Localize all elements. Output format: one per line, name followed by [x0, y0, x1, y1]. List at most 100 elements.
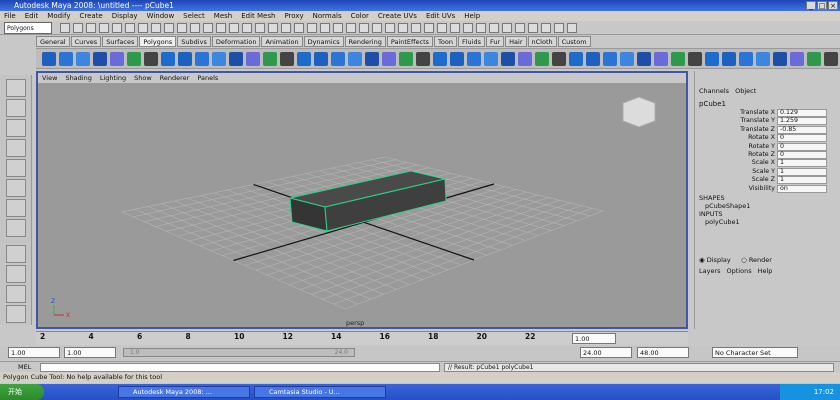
tab-custom[interactable]: Custom — [557, 36, 591, 47]
status-line-button-icon[interactable] — [294, 23, 304, 33]
polygon-tool-icon[interactable] — [76, 52, 90, 66]
status-line-button-icon[interactable] — [190, 23, 200, 33]
status-line-button-icon[interactable] — [86, 23, 96, 33]
polygon-tool-icon[interactable] — [518, 52, 532, 66]
polygon-tool-icon[interactable] — [110, 52, 124, 66]
tab-dynamics[interactable]: Dynamics — [303, 36, 344, 47]
status-line-button-icon[interactable] — [112, 23, 122, 33]
status-line-button-icon[interactable] — [177, 23, 187, 33]
menu-item-window[interactable]: Window — [147, 11, 175, 21]
menu-item-edit-uvs[interactable]: Edit UVs — [426, 11, 455, 21]
polygon-tool-icon[interactable] — [42, 52, 56, 66]
polygon-tool-icon[interactable] — [535, 52, 549, 66]
status-line-button-icon[interactable] — [476, 23, 486, 33]
status-line-button-icon[interactable] — [346, 23, 356, 33]
status-line-button-icon[interactable] — [437, 23, 447, 33]
attribute-value[interactable]: on — [777, 184, 827, 193]
start-button[interactable]: 开始 — [0, 384, 44, 400]
tab-subdivs[interactable]: Subdivs — [177, 36, 211, 47]
viewport-menu-panels[interactable]: Panels — [197, 73, 218, 83]
last-tool-icon[interactable] — [6, 219, 26, 237]
polygon-tool-icon[interactable] — [263, 52, 277, 66]
rotate-tool-icon[interactable] — [6, 159, 26, 177]
tab-hair[interactable]: Hair — [505, 36, 527, 47]
status-line-button-icon[interactable] — [359, 23, 369, 33]
attribute-row[interactable]: Scale Y1 — [695, 167, 835, 177]
tab-surfaces[interactable]: Surfaces — [102, 36, 139, 47]
status-line-button-icon[interactable] — [398, 23, 408, 33]
polygon-tool-icon[interactable] — [807, 52, 821, 66]
tab-deformation[interactable]: Deformation — [211, 36, 261, 47]
tab-channels[interactable]: Channels — [699, 87, 729, 97]
tab-object[interactable]: Object — [735, 87, 756, 97]
polygon-tool-icon[interactable] — [314, 52, 328, 66]
attribute-row[interactable]: Scale X1 — [695, 159, 835, 168]
menu-item-proxy[interactable]: Proxy — [284, 11, 303, 21]
layer-menu-options[interactable]: Options — [727, 267, 752, 275]
attribute-value[interactable]: -0.85 — [777, 125, 827, 134]
menu-item-file[interactable]: File — [4, 11, 16, 21]
attribute-value[interactable]: 1 — [777, 176, 827, 185]
polygon-tool-icon[interactable] — [705, 52, 719, 66]
polygon-tool-icon[interactable] — [773, 52, 787, 66]
tab-painteffects[interactable]: PaintEffects — [386, 36, 434, 47]
display-radio-icon[interactable]: ◉ — [699, 256, 705, 264]
polygon-tool-icon[interactable] — [212, 52, 226, 66]
polygon-tool-icon[interactable] — [144, 52, 158, 66]
menu-item-edit[interactable]: Edit — [25, 11, 39, 21]
tab-render[interactable]: Render — [749, 256, 772, 264]
tab-toon[interactable]: Toon — [434, 36, 457, 47]
viewport-menu-view[interactable]: View — [42, 73, 57, 83]
status-line-button-icon[interactable] — [385, 23, 395, 33]
polygon-tool-icon[interactable] — [399, 52, 413, 66]
menu-item-select[interactable]: Select — [183, 11, 205, 21]
layout-four-icon[interactable] — [6, 265, 26, 283]
shape-node[interactable]: pCubeShape1 — [699, 202, 750, 210]
polygon-tool-icon[interactable] — [229, 52, 243, 66]
attribute-row[interactable]: Rotate X0 — [695, 134, 835, 143]
status-line-button-icon[interactable] — [151, 23, 161, 33]
attribute-value[interactable]: 1 — [777, 159, 827, 168]
attribute-value[interactable]: 0 — [777, 142, 827, 151]
polygon-tool-icon[interactable] — [654, 52, 668, 66]
status-line-button-icon[interactable] — [125, 23, 135, 33]
status-line-button-icon[interactable] — [73, 23, 83, 33]
polygon-tool-icon[interactable] — [569, 52, 583, 66]
status-line-button-icon[interactable] — [229, 23, 239, 33]
polygon-tool-icon[interactable] — [450, 52, 464, 66]
polygon-tool-icon[interactable] — [59, 52, 73, 66]
character-set-dropdown[interactable]: No Character Set — [712, 347, 798, 358]
polygon-tool-icon[interactable] — [722, 52, 736, 66]
menu-item-create-uvs[interactable]: Create UVs — [378, 11, 417, 21]
status-line-button-icon[interactable] — [424, 23, 434, 33]
move-tool-icon[interactable] — [6, 139, 26, 157]
polygon-tool-icon[interactable] — [178, 52, 192, 66]
polygon-tool-icon[interactable] — [688, 52, 702, 66]
menu-item-normals[interactable]: Normals — [313, 11, 342, 21]
attribute-value[interactable]: 0 — [777, 134, 827, 143]
layout-outliner-icon[interactable] — [6, 305, 26, 323]
polygon-tool-icon[interactable] — [501, 52, 515, 66]
input-node[interactable]: polyCube1 — [699, 218, 750, 226]
object-name[interactable]: pCube1 — [699, 100, 726, 108]
tab-animation[interactable]: Animation — [261, 36, 303, 47]
polygon-tool-icon[interactable] — [280, 52, 294, 66]
taskbar-item-camtasia[interactable]: Camtasia Studio - U... — [254, 386, 386, 398]
polygon-tool-icon[interactable] — [331, 52, 345, 66]
polygon-tool-icon[interactable] — [484, 52, 498, 66]
polygon-tool-icon[interactable] — [586, 52, 600, 66]
tab-general[interactable]: General — [36, 36, 70, 47]
attribute-row[interactable]: Translate Z -0.85 — [695, 125, 835, 135]
menu-item-mesh[interactable]: Mesh — [214, 11, 232, 21]
playback-end-field[interactable]: 24.00 — [580, 347, 632, 358]
layout-two-icon[interactable] — [6, 285, 26, 303]
select-tool-icon[interactable] — [6, 79, 26, 97]
polygon-tool-icon[interactable] — [824, 52, 838, 66]
polygon-tool-icon[interactable] — [161, 52, 175, 66]
status-line-button-icon[interactable] — [502, 23, 512, 33]
menu-item-display[interactable]: Display — [112, 11, 138, 21]
view-cube-icon[interactable] — [622, 96, 656, 128]
menu-item-modify[interactable]: Modify — [47, 11, 70, 21]
polygon-tool-icon[interactable] — [416, 52, 430, 66]
status-line-button-icon[interactable] — [216, 23, 226, 33]
